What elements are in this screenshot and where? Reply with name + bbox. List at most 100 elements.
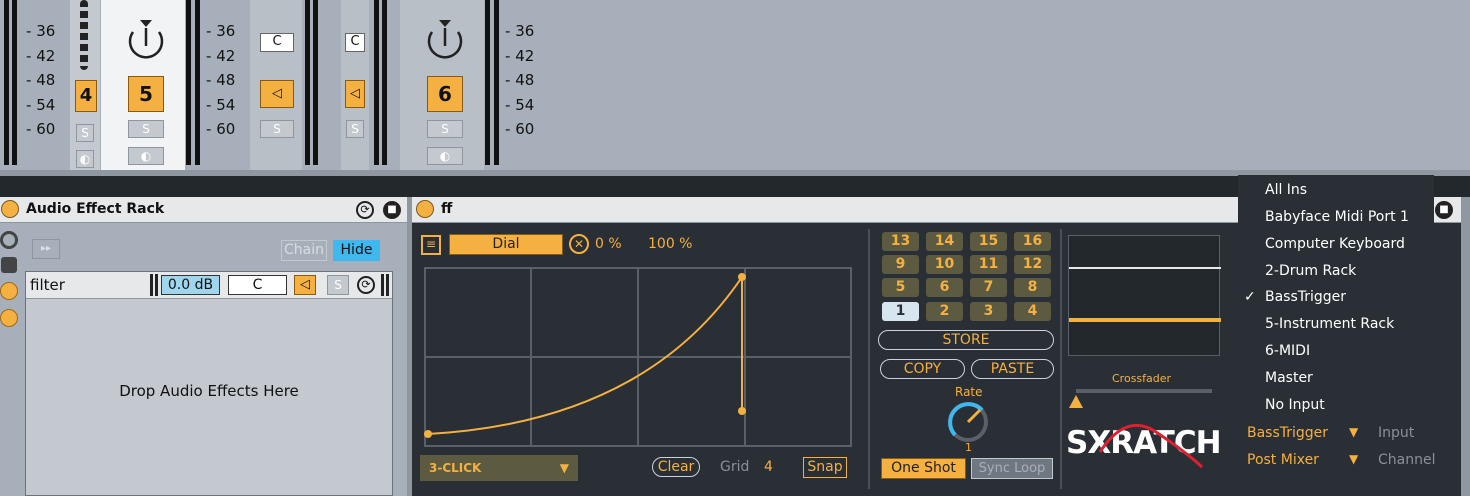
return-a-pan[interactable]: C xyxy=(260,33,294,52)
chain-list: filter 0.0 dB C ◁ S ⟳ Drop Audio Effects… xyxy=(25,271,393,496)
pad-9[interactable]: 9 xyxy=(882,255,919,274)
menu-item-no-input[interactable]: No Input xyxy=(1265,392,1325,418)
pad-5[interactable]: 5 xyxy=(882,278,919,297)
level-meter xyxy=(313,0,318,165)
return-b-solo-button[interactable]: S xyxy=(346,120,364,138)
pad-8[interactable]: 8 xyxy=(1014,278,1051,297)
pad-16[interactable]: 16 xyxy=(1014,232,1051,251)
audio-effect-rack: Audio Effect Rack ⟳ ■ ▸▸ Chain Hide filt… xyxy=(0,197,407,496)
ff-activator[interactable] xyxy=(416,200,434,218)
crossfader-line-b xyxy=(1069,318,1221,322)
close-icon[interactable]: ✕ xyxy=(569,234,589,254)
pad-11[interactable]: 11 xyxy=(970,255,1007,274)
track-6-solo-button[interactable]: S xyxy=(427,120,463,138)
grid-value[interactable]: 4 xyxy=(764,459,773,475)
pad-2[interactable]: 2 xyxy=(926,302,963,321)
ff-title: ff xyxy=(441,201,453,217)
copy-button[interactable]: COPY xyxy=(880,359,965,379)
pad-10[interactable]: 10 xyxy=(926,255,963,274)
rate-label: Rate xyxy=(955,385,983,399)
pad-4[interactable]: 4 xyxy=(1014,302,1051,321)
rate-knob[interactable] xyxy=(946,400,990,444)
pad-1[interactable]: 1 xyxy=(882,302,919,321)
save-preset-icon[interactable]: ■ xyxy=(383,201,401,219)
chevron-down-icon[interactable]: ▼ xyxy=(1349,425,1358,439)
snap-button[interactable]: Snap xyxy=(803,457,847,478)
track-5-solo-button[interactable]: S xyxy=(128,120,164,138)
track-4-activator[interactable]: 4 xyxy=(75,80,97,112)
clear-button[interactable]: Clear xyxy=(652,457,700,477)
level-meter xyxy=(382,0,387,165)
menu-icon[interactable]: ≡ xyxy=(421,235,441,255)
crossfader-slider[interactable] xyxy=(1076,389,1212,393)
preset-dropdown[interactable]: 3-CLICK ▼ xyxy=(420,455,578,481)
track-4-solo-button[interactable]: S xyxy=(76,124,94,142)
hide-button[interactable]: Hide xyxy=(333,240,380,261)
track-6-activator[interactable]: 6 xyxy=(427,76,463,112)
menu-item-master[interactable]: Master xyxy=(1265,365,1313,391)
logo-swoosh xyxy=(1096,412,1206,472)
menu-item-instrument-rack[interactable]: 5-Instrument Rack xyxy=(1265,311,1394,337)
menu-item-all-ins[interactable]: All Ins xyxy=(1265,177,1307,203)
devices-icon[interactable] xyxy=(0,309,18,327)
return-a-strip: C ◁ S xyxy=(250,0,302,170)
pad-13[interactable]: 13 xyxy=(882,232,919,251)
chain-meter xyxy=(150,274,158,296)
mode-dropdown[interactable]: Dial xyxy=(449,234,563,255)
chain-solo-button[interactable]: S xyxy=(327,275,349,295)
chain-hot-swap-icon[interactable]: ⟳ xyxy=(357,276,375,294)
track-5-activator[interactable]: 5 xyxy=(128,76,164,112)
max-percent[interactable]: 100 % xyxy=(648,236,692,252)
crossfader-label: Crossfader xyxy=(1112,372,1172,385)
menu-item-drum-rack[interactable]: 2-Drum Rack xyxy=(1265,258,1356,284)
pan-knob[interactable] xyxy=(424,18,466,60)
track-6-arm-button[interactable]: ◐ xyxy=(427,147,463,165)
pad-6[interactable]: 6 xyxy=(926,278,963,297)
chain-row[interactable]: filter 0.0 dB C ◁ S ⟳ xyxy=(26,272,392,299)
chain-list-icon[interactable] xyxy=(0,282,18,300)
empty-mixer-area xyxy=(549,0,1470,170)
chain-speaker-button[interactable]: ◁ xyxy=(294,275,316,295)
chevron-down-icon[interactable]: ▼ xyxy=(1349,452,1358,466)
input-select[interactable]: BassTrigger xyxy=(1247,425,1328,441)
pan-knob[interactable] xyxy=(125,18,167,60)
sync-loop-button[interactable]: Sync Loop xyxy=(971,458,1053,479)
track-4-arm-button[interactable]: ◐ xyxy=(76,150,94,168)
min-percent[interactable]: 0 % xyxy=(595,236,622,252)
chain-meter xyxy=(381,274,389,296)
auto-select-button[interactable]: ▸▸ xyxy=(32,239,60,259)
store-button[interactable]: STORE xyxy=(878,330,1054,350)
hot-swap-icon[interactable]: ⟳ xyxy=(356,201,374,219)
level-meter xyxy=(374,0,379,165)
save-preset-icon[interactable]: ■ xyxy=(1435,201,1453,219)
chain-button[interactable]: Chain xyxy=(281,240,327,261)
menu-item-6-midi[interactable]: 6-MIDI xyxy=(1265,338,1310,364)
macro-toggle-icon[interactable] xyxy=(0,231,18,249)
return-a-speaker-button[interactable]: ◁ xyxy=(260,80,294,108)
chain-volume[interactable]: 0.0 dB xyxy=(161,275,220,295)
meter-scale: - 36 - 42 - 48 - 54 - 60 xyxy=(26,22,56,139)
curve-editor[interactable] xyxy=(424,267,852,447)
return-b-pan[interactable]: C xyxy=(345,33,365,52)
paste-button[interactable]: PASTE xyxy=(971,359,1054,379)
pad-3[interactable]: 3 xyxy=(970,302,1007,321)
pad-12[interactable]: 12 xyxy=(1014,255,1051,274)
rack-activator[interactable] xyxy=(1,200,19,218)
menu-item-basstrigger[interactable]: BassTrigger xyxy=(1265,284,1346,310)
return-a-solo-button[interactable]: S xyxy=(260,120,294,138)
camera-icon[interactable] xyxy=(1,257,17,273)
one-shot-button[interactable]: One Shot xyxy=(881,458,966,479)
pad-14[interactable]: 14 xyxy=(926,232,963,251)
pad-15[interactable]: 15 xyxy=(970,232,1007,251)
pad-7[interactable]: 7 xyxy=(970,278,1007,297)
menu-item-computer-keyboard[interactable]: Computer Keyboard xyxy=(1265,231,1405,257)
return-b-speaker-button[interactable]: ◁ xyxy=(345,80,365,108)
divider xyxy=(1060,229,1062,489)
track-5-arm-button[interactable]: ◐ xyxy=(128,147,164,165)
menu-item-babyface[interactable]: Babyface Midi Port 1 xyxy=(1265,204,1409,230)
slider-dots[interactable] xyxy=(80,0,88,70)
channel-select[interactable]: Post Mixer xyxy=(1247,452,1319,468)
crossfader-handle[interactable] xyxy=(1069,395,1083,408)
level-meter xyxy=(305,0,310,165)
chain-pan[interactable]: C xyxy=(228,275,287,295)
